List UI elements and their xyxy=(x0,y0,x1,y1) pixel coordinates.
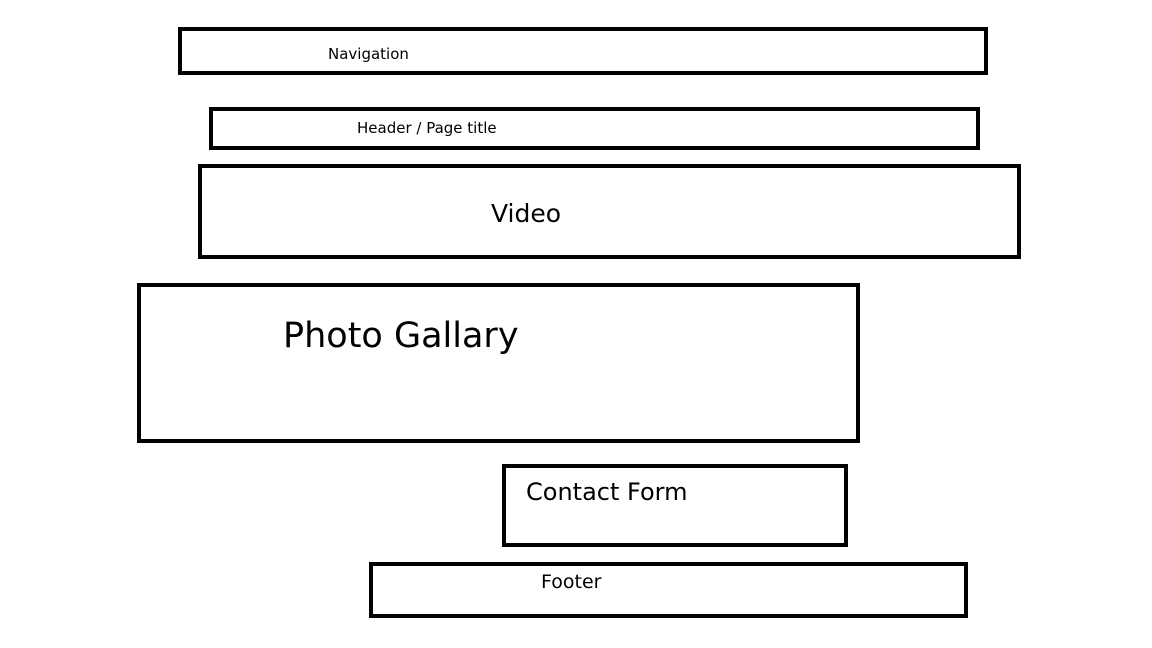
video-label: Video xyxy=(491,199,562,228)
footer-label: Footer xyxy=(541,571,602,593)
contact-form-label: Contact Form xyxy=(526,478,688,506)
contact-form-section: Contact Form xyxy=(502,464,848,547)
header-section: Header / Page title xyxy=(209,107,980,150)
photo-gallery-label: Photo Gallary xyxy=(283,316,519,356)
navigation-section: Navigation xyxy=(178,27,988,75)
header-label: Header / Page title xyxy=(357,119,497,137)
footer-section: Footer xyxy=(369,562,968,618)
video-section: Video xyxy=(198,164,1021,259)
navigation-label: Navigation xyxy=(328,45,409,63)
photo-gallery-section: Photo Gallary xyxy=(137,283,860,443)
